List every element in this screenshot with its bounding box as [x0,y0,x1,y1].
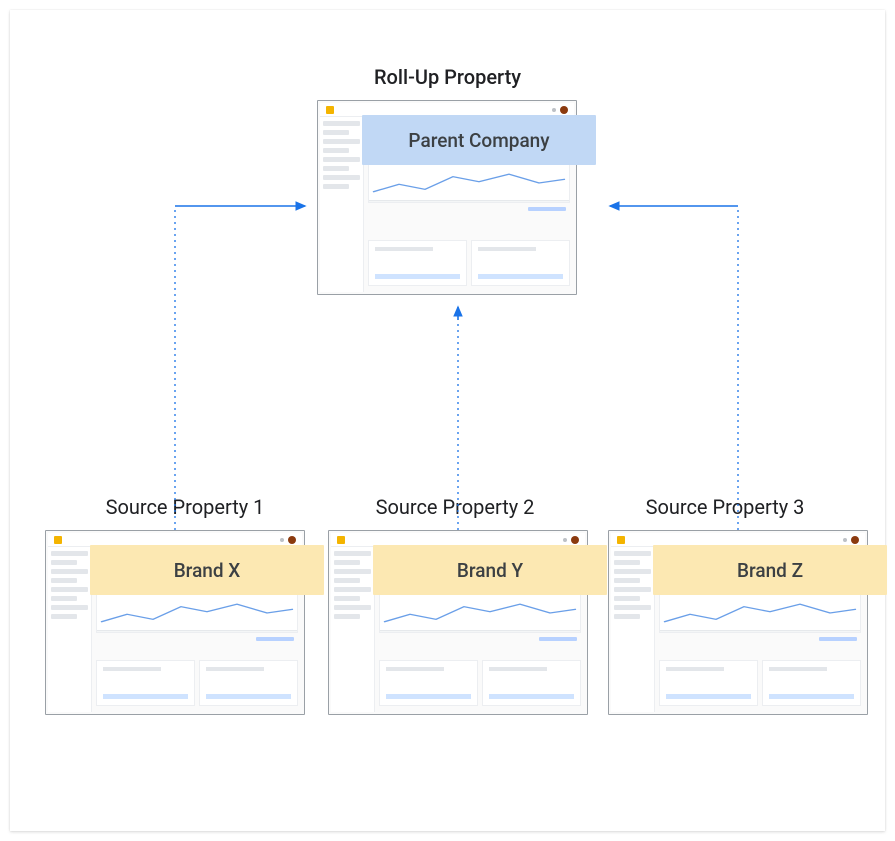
source-card-2: Brand Y [328,530,588,715]
parent-badge: Parent Company [362,115,596,165]
source-title-2: Source Property 2 [330,495,580,519]
parent-card: Parent Company [317,100,577,295]
source-badge-1: Brand X [90,545,324,595]
source-title-3: Source Property 3 [600,495,850,519]
source-card-1: Brand X [45,530,305,715]
diagram-canvas: Roll-Up Property [10,10,885,831]
source-badge-3: Brand Z [653,545,887,595]
source-badge-2: Brand Y [373,545,607,595]
source-card-3: Brand Z [608,530,868,715]
parent-title: Roll-Up Property [10,65,885,89]
source-title-1: Source Property 1 [60,495,310,519]
